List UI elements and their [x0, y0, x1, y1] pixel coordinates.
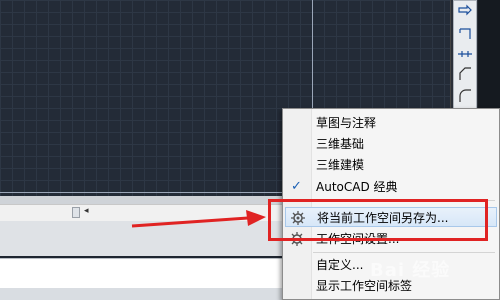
red-arrow-annotation [131, 210, 266, 228]
stretch-icon [458, 4, 472, 16]
chamfer-icon [459, 67, 471, 80]
trim-tool-button[interactable] [456, 25, 474, 43]
menu-item-label: 自定义... [316, 258, 364, 272]
menu-separator [313, 252, 495, 253]
chamfer-tool-button[interactable] [456, 65, 474, 83]
tool-palette-dark-column [478, 0, 500, 120]
extend-tool-button[interactable] [456, 45, 474, 63]
canvas-bottom-border [0, 196, 285, 204]
modify-toolbar [453, 0, 477, 110]
highlight-annotation-box [268, 199, 488, 241]
fillet-tool-button[interactable] [456, 87, 474, 105]
menu-item-label: 草图与注释 [316, 116, 377, 130]
scrollbar-thumb[interactable] [72, 207, 80, 218]
menu-item-label: 三维建模 [316, 158, 365, 172]
stretch-tool-button[interactable] [456, 3, 474, 21]
menu-item-drafting-annotation[interactable]: 草图与注释 [283, 113, 499, 133]
checkmark-icon: ✓ [291, 179, 302, 194]
menu-item-3d-modeling[interactable]: 三维建模 [283, 155, 499, 175]
menu-item-3d-basics[interactable]: 三维基础 [283, 134, 499, 154]
baidu-jingyan-watermark: Bai 经验 [370, 260, 451, 281]
scroll-left-arrow-icon[interactable]: ◂ [84, 206, 89, 216]
command-line-input[interactable] [0, 258, 285, 289]
fillet-icon [459, 89, 471, 102]
menu-item-label: AutoCAD 经典 [316, 180, 398, 194]
menu-item-label: 三维基础 [316, 137, 365, 151]
trim-icon [459, 28, 471, 39]
menu-item-autocad-classic[interactable]: ✓ AutoCAD 经典 [283, 177, 499, 197]
extend-icon [458, 51, 472, 57]
